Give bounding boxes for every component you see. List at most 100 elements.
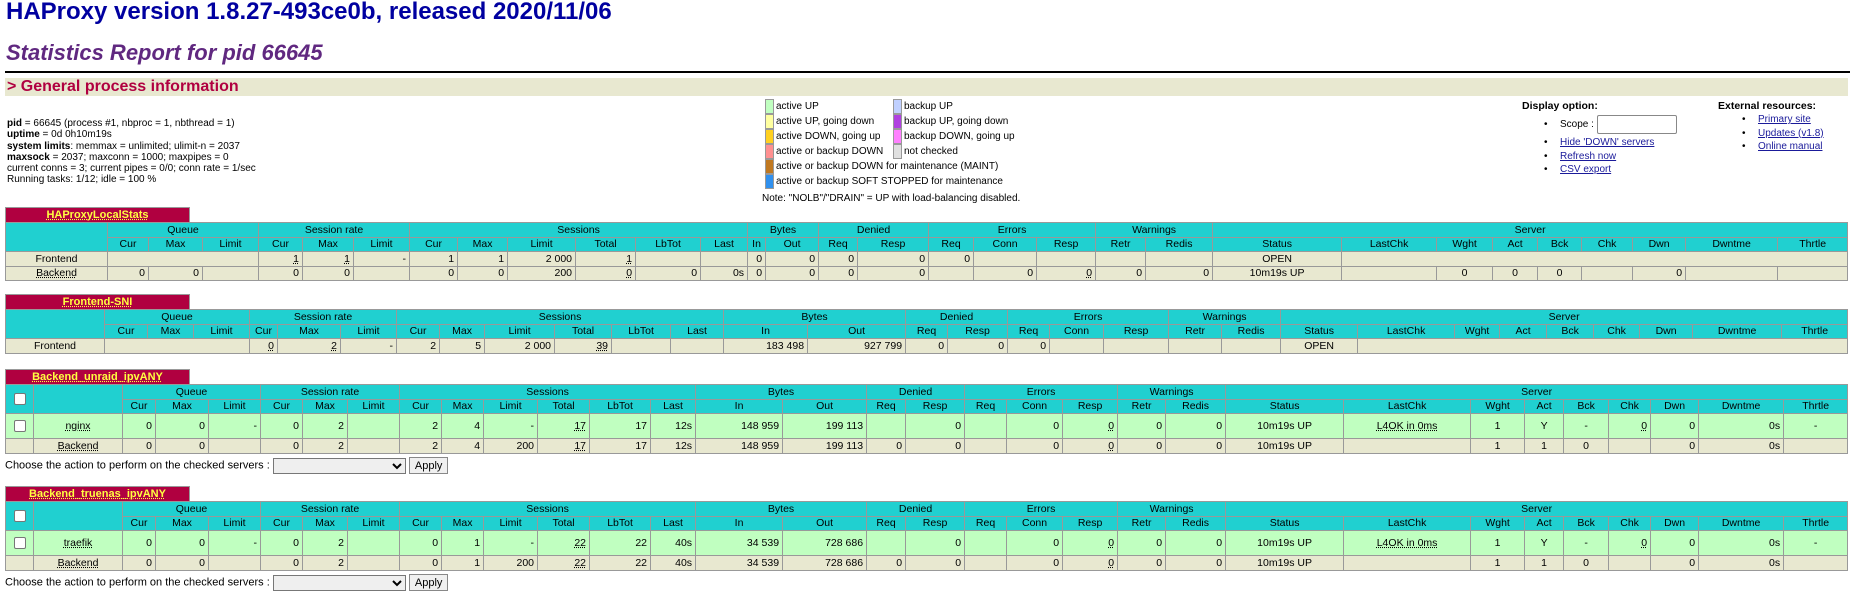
cell-denied-resp: 0	[905, 413, 966, 439]
cell-denied-resp: 0	[905, 530, 966, 556]
proxy-title[interactable]: Backend_truenas_ipvANY	[5, 486, 190, 501]
server-checkbox[interactable]	[13, 420, 26, 433]
cell-value: 0	[1156, 537, 1163, 549]
cell-sess-cur: 0	[399, 555, 443, 571]
cell-err-conn: 0	[1006, 530, 1064, 556]
header-chk: Chk	[1593, 323, 1641, 339]
cell-value[interactable]: 22	[574, 537, 586, 549]
apply-button[interactable]: Apply	[408, 574, 449, 591]
header-bytes-out: Out	[807, 323, 907, 339]
legend-swatch	[765, 99, 774, 114]
proxy-entry-name[interactable]: Backend	[36, 267, 77, 279]
cell-value: 0	[1216, 439, 1223, 452]
proxy-entry-name[interactable]: Backend	[58, 440, 99, 452]
proxy-title[interactable]: Frontend-SNI	[5, 294, 190, 309]
proxy-name[interactable]: Backend_truenas_ipvANY	[29, 488, 166, 500]
cell-value[interactable]: 0	[268, 340, 274, 352]
cell-sess-last	[670, 338, 725, 354]
cell-dwn: 0	[1650, 413, 1700, 439]
header-group-bytes: Bytes	[723, 309, 907, 324]
primary-site-link[interactable]: Primary site	[1758, 114, 1811, 125]
cell-value[interactable]: 1	[293, 253, 299, 265]
server-action-bar: Choose the action to perform on the chec…	[5, 457, 449, 474]
proxy-name[interactable]: HAProxyLocalStats	[46, 209, 148, 221]
header-sess-lbtot: LbTot	[611, 323, 672, 339]
header-wght: Wght	[1454, 323, 1501, 339]
proxy-title[interactable]: Backend_unraid_ipvANY	[5, 369, 190, 384]
proxy-entry-name[interactable]: nginx	[65, 420, 90, 432]
proxy-entry-name: Frontend	[33, 339, 77, 352]
proxy-entry-name[interactable]: traefik	[64, 537, 93, 549]
hide-down-servers-link[interactable]: Hide 'DOWN' servers	[1560, 137, 1654, 148]
cell-warn-retr	[1095, 251, 1147, 267]
cell-value[interactable]: 0	[1641, 537, 1647, 549]
updates-link[interactable]: Updates (v1.8)	[1758, 128, 1824, 139]
cell-value: 1	[1494, 420, 1501, 432]
scope-input[interactable]	[1596, 114, 1677, 134]
cell-rate-max: 2	[302, 555, 348, 571]
legend-item: not checked	[893, 144, 958, 159]
cell-err-resp: 0	[1062, 530, 1119, 556]
cell-value: 1	[1541, 439, 1547, 452]
cell-rate-cur: 0	[258, 265, 303, 281]
cell-value: 0	[199, 537, 205, 549]
cell-value[interactable]: 22	[574, 557, 586, 569]
server-checkbox[interactable]	[13, 537, 26, 550]
proxy-title[interactable]: HAProxyLocalStats	[5, 207, 190, 222]
cell-sess-cur: 2	[399, 413, 443, 439]
cell-value[interactable]: 0	[1108, 420, 1114, 432]
refresh-now-link[interactable]: Refresh now	[1560, 151, 1616, 162]
cell-value[interactable]: 2	[331, 340, 337, 352]
cell-lastchk	[1341, 265, 1438, 281]
cell-value[interactable]: 1	[344, 253, 350, 265]
cell-value[interactable]: L4OK in 0ms	[1377, 537, 1438, 549]
cell-queue-max: 0	[155, 438, 209, 454]
proxy-name[interactable]: Frontend-SNI	[63, 296, 133, 308]
cell-value[interactable]: 0	[1641, 420, 1647, 432]
cell-bytes-in: 148 959	[695, 438, 784, 454]
select-all-checkbox[interactable]	[13, 393, 26, 406]
cell-value: 10m19s UP	[1257, 556, 1312, 569]
header-rate-cur: Cur	[260, 398, 303, 414]
proxy-name[interactable]: Backend_unraid_ipvANY	[32, 371, 163, 383]
select-all-checkbox[interactable]	[13, 510, 26, 523]
cell-value: 34 539	[746, 556, 780, 569]
cell-value: 1	[474, 537, 481, 549]
cell-value: 0	[1203, 267, 1210, 280]
cell-rate-cur: 0	[249, 338, 278, 354]
online-manual-link[interactable]: Online manual	[1758, 141, 1822, 152]
cell-value: 0	[1040, 339, 1047, 352]
csv-export-link[interactable]: CSV export	[1560, 164, 1611, 175]
cell-err-conn	[1049, 338, 1105, 354]
apply-button[interactable]: Apply	[408, 457, 449, 474]
cell-value[interactable]: 1	[626, 253, 632, 265]
header-dwntme: Dwntme	[1698, 398, 1785, 414]
cell-value: 2	[430, 339, 437, 352]
cell-err-resp: 0	[1036, 265, 1097, 281]
cell-value: 0	[1053, 537, 1060, 549]
header-rate-cur: Cur	[258, 236, 303, 252]
header-group-bytes: Bytes	[695, 384, 868, 399]
header-groups: Queue Session rate Sessions Bytes Denied Erro…	[5, 222, 1849, 252]
cell-err-req	[964, 438, 1008, 454]
cell-value[interactable]: 0	[1108, 537, 1114, 549]
cell-value[interactable]: 0	[626, 267, 632, 279]
header-sess-last: Last	[650, 398, 697, 414]
cell-value[interactable]: 17	[574, 440, 586, 452]
cell-value[interactable]: L4OK in 0ms	[1377, 420, 1438, 432]
cell-value: 22	[635, 556, 648, 569]
cell-dwn: 0	[1632, 265, 1687, 281]
cell-value[interactable]: 17	[574, 420, 586, 432]
cell-bytes-out: 728 686	[782, 555, 868, 571]
cell-denied-req: 0	[866, 555, 907, 571]
cell-value[interactable]: 0	[1108, 440, 1114, 452]
cell-value[interactable]: 39	[596, 340, 608, 352]
cell-value[interactable]: 0	[1086, 267, 1092, 279]
cell-value[interactable]: 0	[1108, 557, 1114, 569]
cell-status: 10m19s UP	[1212, 265, 1343, 281]
action-select[interactable]	[272, 457, 406, 474]
proxy-entry-name[interactable]: Backend	[58, 557, 99, 569]
action-select[interactable]	[272, 574, 406, 591]
cell-denied-req: 0	[818, 251, 859, 267]
cell-sess-limit: 2 000	[507, 251, 577, 267]
